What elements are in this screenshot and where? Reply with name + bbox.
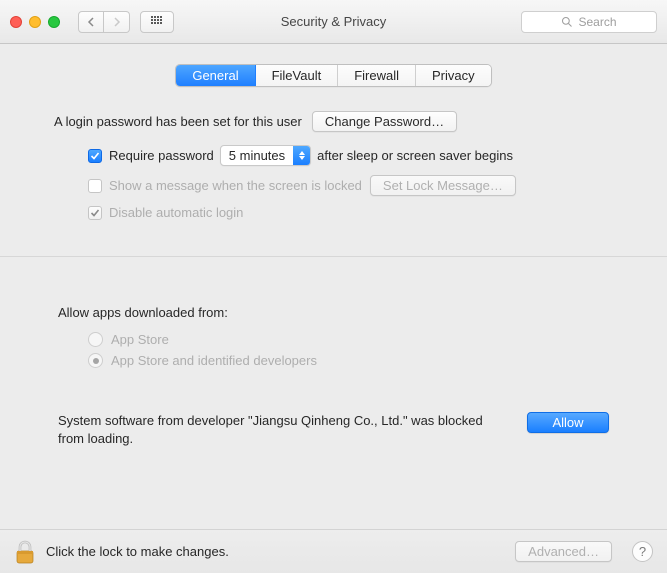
gatekeeper-label: Allow apps downloaded from: — [58, 305, 639, 320]
require-password-suffix: after sleep or screen saver begins — [317, 148, 513, 163]
tab-privacy[interactable]: Privacy — [416, 65, 491, 86]
password-delay-value: 5 minutes — [229, 148, 285, 163]
change-password-button[interactable]: Change Password… — [312, 111, 457, 132]
allow-button[interactable]: Allow — [527, 412, 609, 433]
disable-autologin-checkbox[interactable] — [88, 206, 102, 220]
radio-appstore[interactable] — [88, 332, 103, 347]
show-all-button[interactable] — [140, 11, 174, 33]
content-pane: General FileVault Firewall Privacy A log… — [0, 44, 667, 529]
password-delay-select[interactable]: 5 minutes — [220, 145, 311, 166]
disable-autologin-row: Disable automatic login — [88, 205, 639, 220]
show-message-label: Show a message when the screen is locked — [109, 178, 362, 193]
search-input[interactable]: Search — [521, 11, 657, 33]
close-button[interactable] — [10, 16, 22, 28]
radio-identified-row: App Store and identified developers — [88, 353, 639, 368]
nav-buttons — [78, 11, 130, 33]
blocked-message: System software from developer "Jiangsu … — [58, 412, 507, 447]
lock-message: Click the lock to make changes. — [46, 544, 229, 559]
maximize-button[interactable] — [48, 16, 60, 28]
tab-bar: General FileVault Firewall Privacy — [175, 64, 491, 87]
minimize-button[interactable] — [29, 16, 41, 28]
tab-firewall[interactable]: Firewall — [338, 65, 416, 86]
login-status-text: A login password has been set for this u… — [54, 114, 302, 129]
titlebar: Security & Privacy Search — [0, 0, 667, 44]
blocked-software-row: System software from developer "Jiangsu … — [58, 412, 609, 447]
tab-general[interactable]: General — [176, 65, 255, 86]
advanced-button[interactable]: Advanced… — [515, 541, 612, 562]
require-password-row: Require password 5 minutes after sleep o… — [88, 145, 639, 166]
disable-autologin-label: Disable automatic login — [109, 205, 243, 220]
window-controls — [10, 16, 60, 28]
set-lock-message-button[interactable]: Set Lock Message… — [370, 175, 516, 196]
updown-icon — [293, 146, 310, 165]
show-message-row: Show a message when the screen is locked… — [88, 175, 639, 196]
login-password-row: A login password has been set for this u… — [54, 111, 639, 132]
tab-filevault[interactable]: FileVault — [256, 65, 339, 86]
require-password-prefix: Require password — [109, 148, 214, 163]
search-icon — [561, 16, 573, 28]
search-placeholder: Search — [578, 15, 616, 29]
radio-appstore-row: App Store — [88, 332, 639, 347]
footer: Click the lock to make changes. Advanced… — [0, 529, 667, 573]
require-password-checkbox[interactable] — [88, 149, 102, 163]
forward-button[interactable] — [104, 11, 130, 33]
help-button[interactable]: ? — [632, 541, 653, 562]
radio-appstore-label: App Store — [111, 332, 169, 347]
radio-identified[interactable] — [88, 353, 103, 368]
show-message-checkbox[interactable] — [88, 179, 102, 193]
lock-icon[interactable] — [14, 539, 36, 565]
back-button[interactable] — [78, 11, 104, 33]
divider — [0, 256, 667, 257]
grid-icon — [151, 16, 163, 28]
radio-identified-label: App Store and identified developers — [111, 353, 317, 368]
